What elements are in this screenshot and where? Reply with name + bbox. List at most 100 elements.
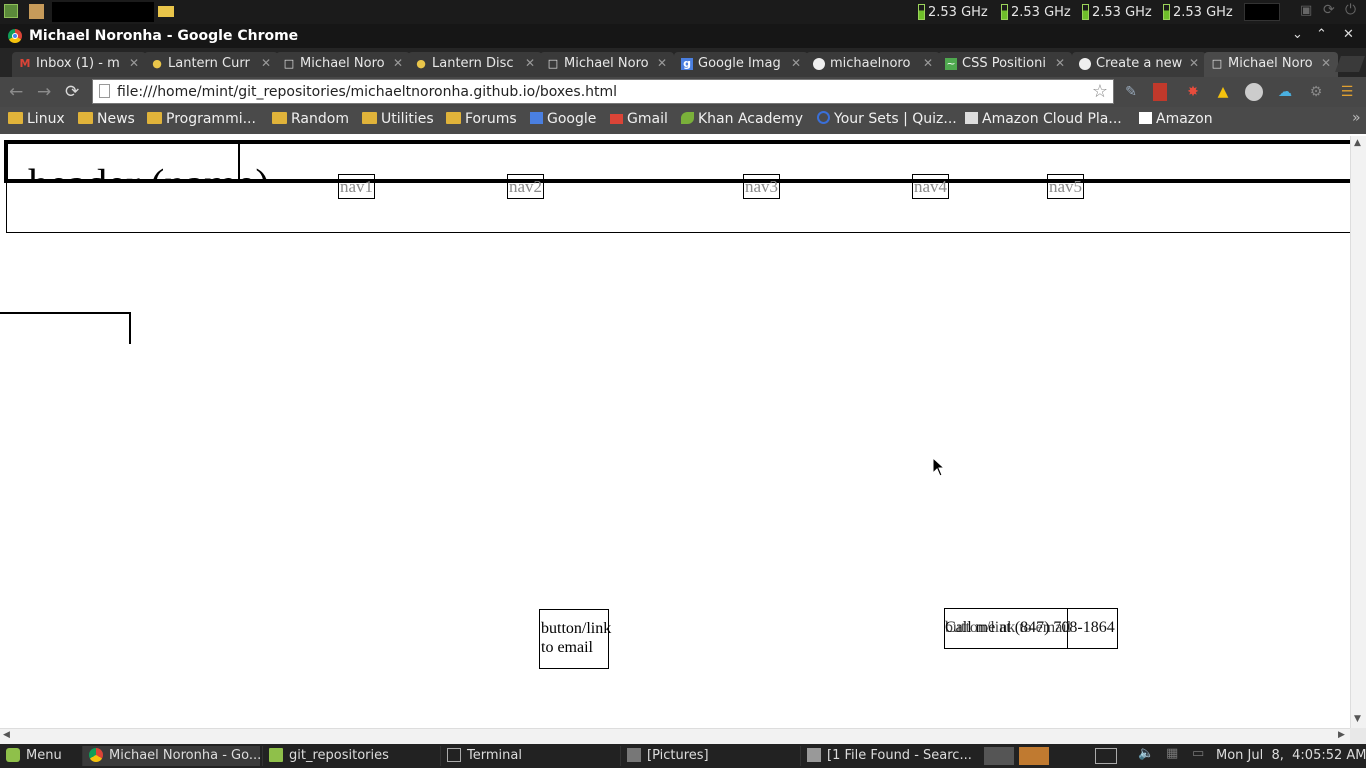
panel-menu-icon[interactable] <box>4 4 18 18</box>
tab-michael-noronha-1[interactable]: □ Michael Noro ✕ <box>276 52 410 77</box>
forward-icon[interactable]: → <box>37 82 51 102</box>
scroll-left-icon[interactable]: ◀ <box>3 730 10 740</box>
close-window-icon[interactable]: ✕ <box>1343 27 1354 42</box>
drive-icon[interactable]: ▲ <box>1214 83 1232 101</box>
tab-google-images[interactable]: g Google Imag ✕ <box>674 52 808 77</box>
close-icon[interactable]: ✕ <box>129 56 139 70</box>
panel-files-icon[interactable] <box>29 4 44 19</box>
scroll-right-icon[interactable]: ▶ <box>1338 730 1345 740</box>
task-pictures[interactable]: [Pictures] <box>620 746 798 766</box>
task-label: git_repositories <box>289 748 389 763</box>
scroll-up-icon[interactable]: ▲ <box>1354 138 1361 148</box>
nav-link-4[interactable]: nav4 <box>912 174 950 199</box>
close-icon[interactable]: ✕ <box>923 56 933 70</box>
url-input[interactable] <box>117 82 1077 101</box>
lock-icon[interactable]: ▣ <box>1300 3 1312 18</box>
bookmark-ext-icon[interactable] <box>1153 83 1167 101</box>
power-icon[interactable]: ⏻ <box>1345 2 1356 18</box>
page-viewport: header (name) nav1 nav2 nav3 nav4 nav5 b… <box>0 136 1350 728</box>
bookmark-quizlet[interactable]: Your Sets | Quiz... <box>817 111 957 127</box>
bug-icon[interactable]: ✸ <box>1184 83 1202 101</box>
reload-icon[interactable]: ⟳ <box>65 82 79 102</box>
tab-github-michaelnoronha[interactable]: michaelnoro ✕ <box>806 52 940 77</box>
nav-link-5[interactable]: nav5 <box>1047 174 1085 199</box>
bookmark-random[interactable]: Random <box>272 111 349 127</box>
bookmark-forums[interactable]: Forums <box>446 111 517 127</box>
bookmark-linux[interactable]: Linux <box>8 111 65 127</box>
tab-lantern-curr[interactable]: ● Lantern Curr ✕ <box>144 52 278 77</box>
shield-icon[interactable] <box>1245 83 1263 101</box>
bookmark-news[interactable]: News <box>78 111 135 127</box>
tab-inbox[interactable]: M Inbox (1) - m ✕ <box>12 52 146 77</box>
bookmark-amazon-cloud[interactable]: Amazon Cloud Pla... <box>965 111 1122 127</box>
tray-chrome-icon-2[interactable] <box>1019 747 1049 765</box>
close-icon[interactable]: ✕ <box>657 56 667 70</box>
page-icon: □ <box>283 57 295 70</box>
volume-icon[interactable]: 🔈 <box>1138 746 1154 761</box>
task-search[interactable]: [1 File Found - Searc... <box>800 746 976 766</box>
bookmark-google[interactable]: Google <box>530 111 596 127</box>
new-tab-button[interactable] <box>1335 56 1365 72</box>
tab-michael-noronha-active[interactable]: □ Michael Noro ✕ <box>1204 52 1338 77</box>
clock[interactable]: Mon Jul 8, 4:05:52 AM <box>1216 748 1366 763</box>
browser-toolbar: ← → ⟳ ☆ ✎ ✸ ▲ ☁ ⚙ ☰ <box>0 77 1366 107</box>
bookmark-khan-academy[interactable]: Khan Academy <box>681 111 803 127</box>
close-icon[interactable]: ✕ <box>1055 56 1065 70</box>
pen-icon[interactable]: ✎ <box>1122 83 1140 101</box>
battery-icon[interactable]: ▭ <box>1192 746 1204 761</box>
bookmark-programming[interactable]: Programmi... <box>147 111 256 127</box>
cpu-freq-label: 2.53 GHz <box>1092 4 1152 20</box>
horizontal-scrollbar[interactable]: ◀ ▶ <box>0 728 1350 744</box>
back-icon[interactable]: ← <box>9 82 23 102</box>
nav-link-1[interactable]: nav1 <box>338 174 376 199</box>
tab-create-new[interactable]: Create a new ✕ <box>1072 52 1206 77</box>
mint-logo-icon <box>6 748 20 762</box>
close-icon[interactable]: ✕ <box>261 56 271 70</box>
cpu-bar-icon <box>918 4 925 20</box>
google-icon <box>530 112 543 124</box>
cpu-monitor-3: 2.53 GHz <box>1082 3 1152 21</box>
gmail-icon: M <box>19 57 31 70</box>
task-terminal[interactable]: Terminal <box>440 746 618 766</box>
maximize-icon[interactable]: ⌃ <box>1316 27 1327 42</box>
quizlet-icon <box>817 111 830 124</box>
cpu-monitor-2: 2.53 GHz <box>1001 3 1071 21</box>
close-icon[interactable]: ✕ <box>525 56 535 70</box>
tab-lantern-disc[interactable]: ● Lantern Disc ✕ <box>408 52 542 77</box>
tab-css-positioning[interactable]: ~ CSS Positioni ✕ <box>938 52 1072 77</box>
menu-icon[interactable]: ☰ <box>1338 83 1356 101</box>
phone-overlap-text[interactable]: button/link to email <box>945 619 1071 637</box>
tray-chrome-icon[interactable] <box>984 747 1014 765</box>
close-icon[interactable]: ✕ <box>1189 56 1199 70</box>
minimize-icon[interactable]: ⌄ <box>1292 27 1303 42</box>
email-link-button[interactable]: button/link to email <box>539 609 612 669</box>
close-icon[interactable]: ✕ <box>791 56 801 70</box>
cloud-icon[interactable]: ☁ <box>1276 83 1294 101</box>
task-git-repositories[interactable]: git_repositories <box>262 746 440 766</box>
email-link-label: button/link to email <box>541 620 612 656</box>
bookmark-utilities[interactable]: Utilities <box>362 111 434 127</box>
refresh-icon[interactable]: ⟳ <box>1323 2 1335 18</box>
close-icon[interactable]: ✕ <box>393 56 403 70</box>
gear-icon[interactable]: ⚙ <box>1307 83 1325 101</box>
vertical-scrollbar[interactable]: ▲ ▼ <box>1350 136 1366 728</box>
close-icon[interactable]: ✕ <box>1321 56 1331 70</box>
tab-michael-noronha-2[interactable]: □ Michael Noro ✕ <box>540 52 674 77</box>
tray-terminal-icon[interactable] <box>1095 748 1117 764</box>
network-icon[interactable]: ▦ <box>1166 746 1178 761</box>
address-bar[interactable]: ☆ <box>92 79 1114 104</box>
nav-link-2[interactable]: nav2 <box>507 174 545 199</box>
bookmark-gmail[interactable]: Gmail <box>610 111 668 127</box>
bookmarks-overflow-icon[interactable]: » <box>1352 110 1361 126</box>
panel-folder-icon[interactable] <box>158 6 174 17</box>
chrome-icon <box>8 29 22 43</box>
tab-label: Michael Noro <box>1228 56 1313 71</box>
start-menu-button[interactable]: Menu <box>0 746 80 766</box>
task-label: [Pictures] <box>647 748 709 763</box>
scroll-down-icon[interactable]: ▼ <box>1354 714 1361 724</box>
nav-link-3[interactable]: nav3 <box>743 174 781 199</box>
task-chrome[interactable]: Michael Noronha - Go... <box>82 746 260 766</box>
khan-icon <box>681 112 694 124</box>
bookmark-amazon[interactable]: Amazon <box>1139 111 1213 127</box>
bookmark-star-icon[interactable]: ☆ <box>1092 81 1108 102</box>
